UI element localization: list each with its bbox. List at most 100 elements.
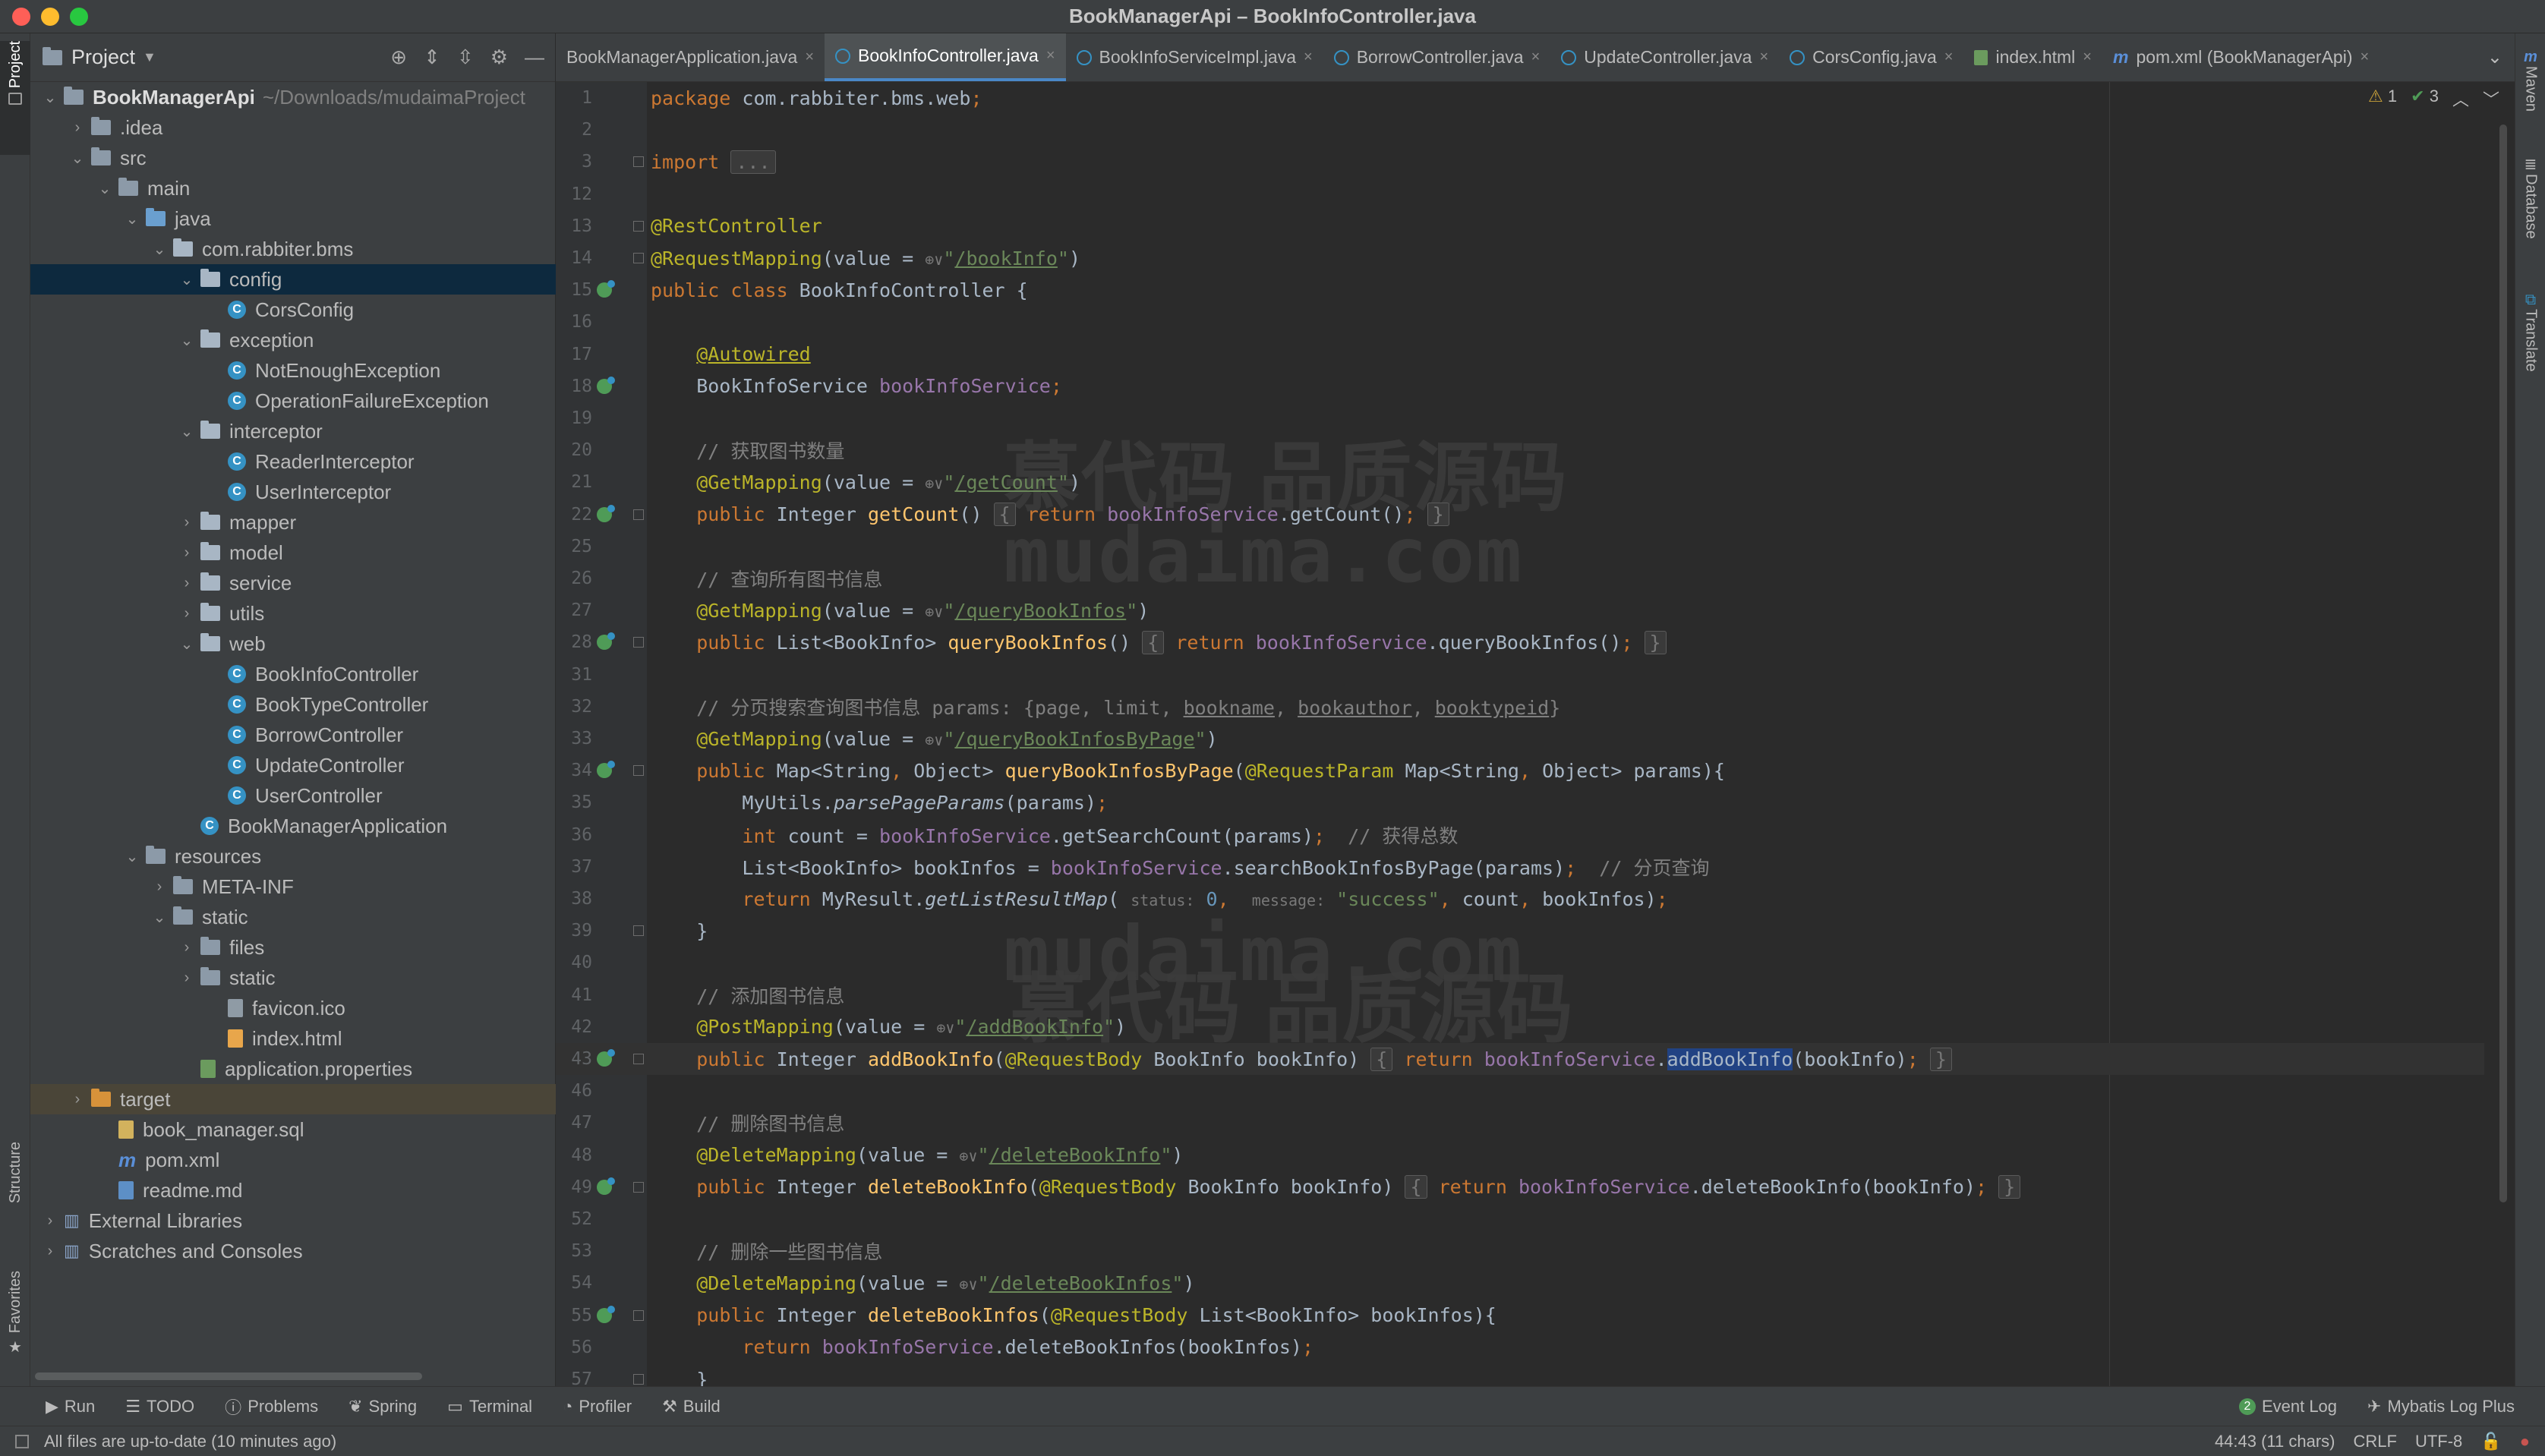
code-text[interactable]: } — [651, 1369, 708, 1387]
line-number[interactable]: 14 — [556, 248, 592, 268]
code-line[interactable]: 16 — [556, 306, 2484, 338]
code-text[interactable]: @GetMapping(value = ⊕∨"/queryBookInfos") — [651, 600, 1149, 622]
line-number[interactable]: 37 — [556, 857, 592, 877]
line-number[interactable]: 31 — [556, 665, 592, 685]
tree-item[interactable]: C BorrowController — [30, 720, 556, 750]
chevron-down-icon[interactable]: ▼ — [143, 49, 156, 65]
project-panel-title[interactable]: Project — [71, 46, 135, 69]
line-number[interactable]: 47 — [556, 1113, 592, 1133]
database-tool-tab[interactable]: ≣ Database — [2515, 155, 2545, 292]
translate-tool-tab[interactable]: ⧉ Translate — [2515, 292, 2545, 428]
code-line[interactable]: 2 — [556, 114, 2484, 146]
file-encoding[interactable]: UTF-8 — [2415, 1432, 2462, 1451]
code-line[interactable]: 56 return bookInfoService.deleteBookInfo… — [556, 1332, 2484, 1363]
code-text[interactable]: public List<BookInfo> queryBookInfos() {… — [651, 630, 1667, 654]
code-line[interactable]: 1 package com.rabbiter.bms.web; — [556, 82, 2484, 114]
tree-item[interactable]: ⌄ java — [30, 203, 556, 234]
chevron-down-icon[interactable]: ⌄ — [178, 270, 196, 289]
close-icon[interactable]: × — [2083, 49, 2092, 66]
code-line[interactable]: 55 public Integer deleteBookInfos(@Reque… — [556, 1300, 2484, 1332]
code-line[interactable]: 49 public Integer deleteBookInfo(@Reques… — [556, 1171, 2484, 1203]
code-line[interactable]: 13 @RestController — [556, 210, 2484, 242]
tree-item[interactable]: C OperationFailureException — [30, 386, 556, 416]
line-number[interactable]: 21 — [556, 472, 592, 492]
code-editor[interactable]: ⚠ 1 ✔ 3 ︿ ﹀ 慕代码 品质源码 mudaima.com mudaima… — [556, 82, 2515, 1386]
tree-item[interactable]: C NotEnoughException — [30, 355, 556, 386]
chevron-right-icon[interactable]: › — [178, 514, 196, 531]
code-line[interactable]: 15 public class BookInfoController { — [556, 274, 2484, 306]
code-text[interactable]: // 删除图书信息 — [651, 1109, 844, 1136]
collapse-all-icon[interactable]: ⇳ — [457, 46, 474, 69]
fold-marker-icon[interactable] — [633, 765, 644, 777]
code-line[interactable]: 37 List<BookInfo> bookInfos = bookInfoSe… — [556, 851, 2484, 883]
line-number[interactable]: 55 — [556, 1306, 592, 1325]
close-icon[interactable]: × — [1531, 49, 1541, 66]
bottom-tool-problems[interactable]: ⓘ Problems — [225, 1395, 318, 1419]
event-log-button[interactable]: 2 Event Log — [2238, 1397, 2337, 1417]
locate-icon[interactable]: ⊕ — [390, 46, 407, 69]
tree-item[interactable]: › target — [30, 1084, 556, 1114]
editor-tab[interactable]: BookManagerApplication.java × — [556, 33, 825, 81]
code-text[interactable]: @GetMapping(value = ⊕∨"/getCount") — [651, 471, 1080, 493]
line-number[interactable]: 17 — [556, 345, 592, 364]
line-number[interactable]: 56 — [556, 1338, 592, 1357]
line-number[interactable]: 35 — [556, 793, 592, 812]
line-number[interactable]: 32 — [556, 697, 592, 717]
tree-item[interactable]: › .idea — [30, 112, 556, 143]
chevron-down-icon[interactable]: ⌄ — [150, 908, 169, 927]
line-number[interactable]: 1 — [556, 88, 592, 108]
line-number[interactable]: 41 — [556, 985, 592, 1005]
code-line[interactable]: 41 // 添加图书信息 — [556, 979, 2484, 1011]
code-line[interactable]: 47 // 删除图书信息 — [556, 1107, 2484, 1139]
line-number[interactable]: 25 — [556, 537, 592, 556]
spring-bean-icon[interactable] — [597, 504, 615, 522]
line-number[interactable]: 18 — [556, 377, 592, 396]
tree-item[interactable]: m pom.xml — [30, 1145, 556, 1175]
bottom-tool-todo[interactable]: ☰ TODO — [125, 1397, 194, 1417]
bottom-tool-run[interactable]: ▶ Run — [46, 1397, 95, 1417]
code-line[interactable]: 21 @GetMapping(value = ⊕∨"/getCount") — [556, 466, 2484, 498]
tree-item[interactable]: C BookManagerApplication — [30, 811, 556, 841]
tree-item[interactable]: C UserInterceptor — [30, 477, 556, 507]
code-text[interactable]: @DeleteMapping(value = ⊕∨"/deleteBookInf… — [651, 1272, 1194, 1294]
tree-item[interactable]: index.html — [30, 1023, 556, 1054]
tree-item[interactable]: ⌄ resources — [30, 841, 556, 871]
chevron-right-icon[interactable]: › — [41, 1243, 59, 1260]
maven-tool-tab[interactable]: m Maven — [2515, 49, 2545, 140]
tree-item[interactable]: › files — [30, 932, 556, 963]
tree-item[interactable]: C BookTypeController — [30, 689, 556, 720]
tree-item[interactable]: ⌄ static — [30, 902, 556, 932]
chevron-right-icon[interactable]: › — [178, 969, 196, 987]
close-icon[interactable]: × — [1759, 49, 1768, 66]
line-separator[interactable]: CRLF — [2354, 1432, 2397, 1451]
spring-bean-icon[interactable] — [597, 761, 615, 779]
tree-item[interactable]: ⌄ interceptor — [30, 416, 556, 446]
line-number[interactable]: 57 — [556, 1369, 592, 1386]
code-line[interactable]: 57 } — [556, 1363, 2484, 1387]
code-line[interactable]: 25 — [556, 531, 2484, 563]
close-icon[interactable]: × — [805, 49, 814, 66]
chevron-down-icon[interactable]: ⌄ — [150, 240, 169, 259]
mybatis-log-button[interactable]: ✈ Mybatis Log Plus — [2367, 1397, 2515, 1417]
chevron-right-icon[interactable]: › — [178, 575, 196, 592]
fold-marker-icon[interactable] — [633, 1181, 644, 1193]
chevron-down-icon[interactable]: ⌄ — [178, 635, 196, 654]
bottom-tool-terminal[interactable]: ▭ Terminal — [447, 1397, 532, 1417]
code-text[interactable]: MyUtils.parsePageParams(params); — [651, 792, 1108, 814]
line-number[interactable]: 22 — [556, 505, 592, 525]
line-number[interactable]: 12 — [556, 184, 592, 204]
code-line[interactable]: 38 return MyResult.getListResultMap( sta… — [556, 883, 2484, 915]
structure-tool-tab[interactable]: Structure — [0, 1142, 30, 1263]
code-text[interactable]: public Integer deleteBookInfo(@RequestBo… — [651, 1175, 2021, 1199]
tree-item[interactable]: readme.md — [30, 1175, 556, 1205]
code-line[interactable]: 36 int count = bookInfoService.getSearch… — [556, 819, 2484, 851]
code-line[interactable]: 32 // 分页搜索查询图书信息 params: {page, limit, b… — [556, 691, 2484, 723]
editor-vertical-scrollbar[interactable] — [2499, 124, 2507, 1202]
code-line[interactable]: 53 // 删除一些图书信息 — [556, 1235, 2484, 1267]
code-text[interactable]: @RequestMapping(value = ⊕∨"/bookInfo") — [651, 247, 1080, 269]
fold-marker-icon[interactable] — [633, 925, 644, 937]
tree-item[interactable]: › ▥ External Libraries — [30, 1205, 556, 1236]
editor-tab[interactable]: BookInfoServiceImpl.java × — [1066, 33, 1323, 81]
tree-item[interactable]: › META-INF — [30, 871, 556, 902]
line-number[interactable]: 43 — [556, 1049, 592, 1069]
